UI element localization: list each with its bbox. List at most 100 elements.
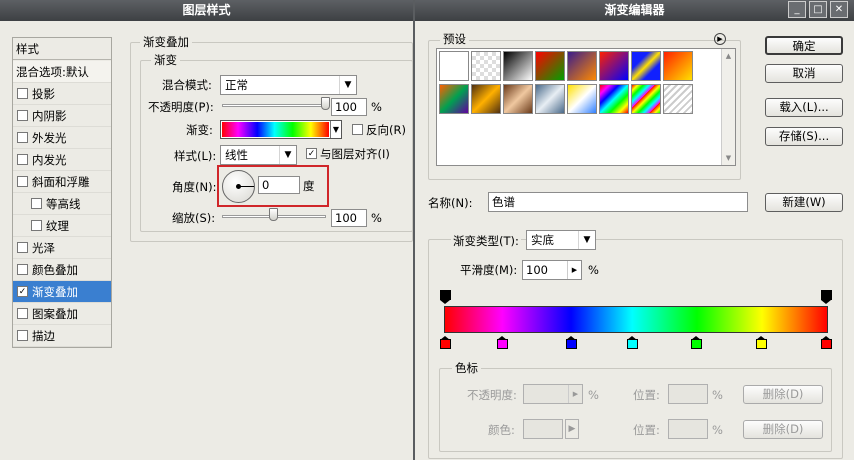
delete-color-stop-button[interactable]: 删除(D) <box>743 420 823 439</box>
style-item-checkbox[interactable] <box>31 220 42 231</box>
ok-button[interactable]: 确定 <box>765 36 843 55</box>
preset-swatch[interactable] <box>599 51 629 81</box>
preset-swatch[interactable] <box>439 84 469 114</box>
gradient-type-select[interactable]: 实底 ▼ <box>526 230 596 250</box>
preset-swatch[interactable] <box>535 84 565 114</box>
scale-slider-thumb[interactable] <box>269 208 278 221</box>
opacity-input[interactable]: 100 <box>331 98 367 116</box>
color-stop[interactable] <box>440 336 451 350</box>
preset-swatch[interactable] <box>503 84 533 114</box>
preset-swatch[interactable] <box>599 84 629 114</box>
stop-color-arrow-icon[interactable]: ▶ <box>565 419 579 439</box>
preset-swatch[interactable] <box>631 51 661 81</box>
style-item[interactable]: 内发光 <box>13 149 111 171</box>
gradient-bar[interactable] <box>444 306 828 333</box>
cancel-button[interactable]: 取消 <box>765 64 843 83</box>
window-controls: _ □ ✕ <box>788 1 852 19</box>
style-item[interactable]: 斜面和浮雕 <box>13 171 111 193</box>
color-stop[interactable] <box>691 336 703 350</box>
style-item[interactable]: 光泽 <box>13 237 111 259</box>
scale-label: 缩放(S): <box>172 211 216 225</box>
scale-input[interactable]: 100 <box>331 209 367 227</box>
gradient-label: 渐变: <box>186 123 213 137</box>
style-item[interactable]: 投影 <box>13 83 111 105</box>
chevron-down-icon[interactable]: ▼ <box>330 121 341 138</box>
gradient-preview[interactable]: ▼ <box>220 120 342 139</box>
opacity-stop-right[interactable] <box>821 290 832 304</box>
blend-mode-select[interactable]: 正常 ▼ <box>220 75 357 95</box>
style-item-checkbox[interactable] <box>17 242 28 253</box>
color-stop[interactable] <box>497 336 509 350</box>
preset-swatch[interactable] <box>471 84 501 114</box>
style-item[interactable]: ✓ 渐变叠加 <box>13 281 111 303</box>
maximize-icon[interactable]: □ <box>809 1 827 18</box>
style-item-checkbox[interactable] <box>17 264 28 275</box>
style-item-checkbox[interactable] <box>17 308 28 319</box>
gradient-subgroup-title: 渐变 <box>151 53 180 67</box>
style-item[interactable]: 纹理 <box>13 215 111 237</box>
opacity-slider[interactable] <box>222 104 326 107</box>
preset-swatch[interactable] <box>631 84 661 114</box>
angle-label: 角度(N): <box>172 180 217 194</box>
style-item-checkbox[interactable] <box>17 110 28 121</box>
preset-swatch[interactable] <box>663 51 693 81</box>
color-stop[interactable] <box>821 336 832 350</box>
stop-color-location-unit: % <box>712 423 723 437</box>
stop-color-location-input[interactable] <box>668 419 708 439</box>
stop-opacity-unit: % <box>588 388 599 402</box>
style-item[interactable]: 颜色叠加 <box>13 259 111 281</box>
style-item[interactable]: 描边 <box>13 325 111 347</box>
style-item-label: 内阴影 <box>32 109 67 123</box>
preset-swatch[interactable] <box>439 51 469 81</box>
stops-group <box>439 368 832 452</box>
chevron-right-icon: ▶ <box>568 385 582 403</box>
stop-opacity-input[interactable]: ▶ <box>523 384 583 404</box>
reverse-checkbox[interactable] <box>352 124 363 135</box>
blend-options-item[interactable]: 混合选项:默认 <box>13 61 111 83</box>
presets-menu-icon[interactable]: ▶ <box>714 33 726 45</box>
style-item-checkbox[interactable] <box>31 198 42 209</box>
scroll-up-icon[interactable]: ▲ <box>722 49 735 63</box>
smoothness-arrow-icon[interactable]: ▶ <box>567 261 581 279</box>
preset-swatch[interactable] <box>567 84 597 114</box>
style-item-label: 外发光 <box>32 131 67 145</box>
new-button[interactable]: 新建(W) <box>765 193 843 212</box>
layer-style-dialog: 图层样式 样式 混合选项:默认 投影 内阴影 外发光 内发光 斜面和浮雕 等高线 纹理 光泽颜… <box>0 0 413 460</box>
style-item-label: 纹理 <box>46 219 69 233</box>
style-item[interactable]: 外发光 <box>13 127 111 149</box>
presets-scrollbar[interactable]: ▲ ▼ <box>721 49 735 165</box>
load-button[interactable]: 载入(L)... <box>765 98 843 117</box>
preset-swatch[interactable] <box>471 51 501 81</box>
style-item-checkbox[interactable] <box>17 176 28 187</box>
style-item[interactable]: 内阴影 <box>13 105 111 127</box>
style-item-checkbox[interactable] <box>17 330 28 341</box>
preset-swatch[interactable] <box>535 51 565 81</box>
opacity-stop-left[interactable] <box>440 290 451 304</box>
align-checkbox[interactable]: ✓ <box>306 148 317 159</box>
opacity-slider-thumb[interactable] <box>321 97 330 110</box>
style-item-checkbox[interactable] <box>17 154 28 165</box>
preset-swatch[interactable] <box>503 51 533 81</box>
preset-swatch[interactable] <box>567 51 597 81</box>
save-button[interactable]: 存储(S)... <box>765 127 843 146</box>
style-item-checkbox[interactable] <box>17 132 28 143</box>
scroll-down-icon[interactable]: ▼ <box>722 151 735 165</box>
styles-header[interactable]: 样式 <box>13 38 111 60</box>
style-item[interactable]: 等高线 <box>13 193 111 215</box>
color-stop[interactable] <box>626 336 638 350</box>
style-item-checkbox[interactable] <box>17 88 28 99</box>
scale-unit: % <box>371 211 382 225</box>
color-stop[interactable] <box>565 336 577 350</box>
stop-color-swatch[interactable] <box>523 419 563 439</box>
style-select[interactable]: 线性 ▼ <box>220 145 297 165</box>
close-icon[interactable]: ✕ <box>830 1 848 18</box>
delete-opacity-stop-button[interactable]: 删除(D) <box>743 385 823 404</box>
stop-opacity-location-input[interactable] <box>668 384 708 404</box>
color-stop[interactable] <box>756 336 768 350</box>
style-item-checkbox[interactable]: ✓ <box>17 286 28 297</box>
preset-swatch[interactable] <box>663 84 693 114</box>
style-item[interactable]: 图案叠加 <box>13 303 111 325</box>
smoothness-input[interactable]: 100 ▶ <box>522 260 582 280</box>
name-input[interactable]: 色谱 <box>488 192 748 212</box>
minimize-icon[interactable]: _ <box>788 1 806 18</box>
